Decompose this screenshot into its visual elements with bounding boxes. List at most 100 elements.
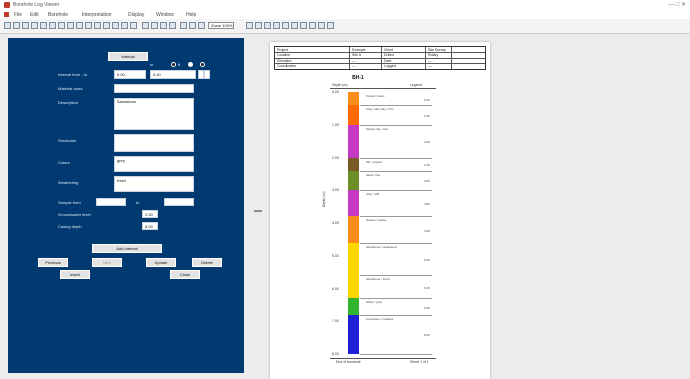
view-icon[interactable] [151, 22, 158, 29]
settings-icon[interactable] [318, 22, 325, 29]
layer-separator [360, 242, 432, 244]
interval-spinner-2[interactable] [204, 70, 210, 79]
casing-label: Casing depth [58, 224, 82, 229]
menu-display[interactable]: Display [128, 12, 144, 18]
report-preview-page: Project Example Client Site Survey Locat… [270, 42, 490, 379]
structures-textarea[interactable] [114, 134, 194, 152]
menu-window[interactable]: Window [156, 12, 174, 18]
open-icon[interactable] [13, 22, 20, 29]
page-icon[interactable] [180, 22, 187, 29]
layer-depth-value: 3.00 [424, 179, 430, 184]
layer-depth-value: 5.60 [424, 258, 430, 263]
save-icon[interactable] [22, 22, 29, 29]
lithology-layer [348, 190, 359, 217]
depth-tick-label: 2.00 [332, 155, 339, 160]
settings-icon[interactable] [121, 22, 128, 29]
view-icon[interactable] [169, 22, 176, 29]
unit-radio-3[interactable] [200, 62, 205, 67]
previous-button[interactable]: Previous [38, 258, 68, 267]
app-icon [4, 2, 10, 8]
weathering-input[interactable]: fresh [114, 176, 194, 192]
paste-icon[interactable] [58, 22, 65, 29]
layer-separator [360, 275, 432, 277]
print-icon[interactable] [31, 22, 38, 29]
add-interval-button[interactable]: Add Interval [92, 244, 162, 253]
depth-axis-label: Depth (m) [322, 191, 326, 207]
table-icon[interactable] [94, 22, 101, 29]
depth-tick-label: 0.00 [332, 90, 339, 94]
redo-icon[interactable] [76, 22, 83, 29]
zoom-out-icon[interactable] [255, 22, 262, 29]
sample-from-input[interactable] [96, 198, 126, 206]
menu-interpretation[interactable]: Interpretation [82, 12, 111, 18]
header-cell: — [352, 59, 356, 63]
unit-radio-ft[interactable] [188, 62, 193, 67]
menu-bar: File Edit Borehole Interpretation Displa… [0, 10, 690, 19]
layer-separator [360, 170, 432, 172]
export-icon[interactable] [130, 22, 137, 29]
view-icon[interactable] [142, 22, 149, 29]
material-label: Material class [58, 86, 83, 91]
window-controls[interactable]: — □ ✕ [668, 1, 686, 8]
depth-tick-label: 1.00 [332, 122, 339, 127]
next-page-icon[interactable] [300, 22, 307, 29]
page-icon[interactable] [189, 22, 196, 29]
layer-description: Clay / silty clay / firm [366, 107, 394, 112]
undo-icon[interactable] [67, 22, 74, 29]
menu-edit[interactable]: Edit [30, 12, 39, 18]
interval-form: Interval m ft Interval from - to 0.00 0.… [8, 38, 244, 373]
delete-button[interactable]: Delete [192, 258, 222, 267]
casing-input[interactable]: 6.00 [142, 222, 158, 230]
layer-separator [360, 314, 432, 316]
chart-icon[interactable] [103, 22, 110, 29]
description-textarea[interactable]: Sandstone [114, 98, 194, 130]
groundwater-input[interactable]: 2.50 [142, 210, 158, 218]
interval-to-input[interactable]: 0.40 [150, 70, 196, 79]
first-page-icon[interactable] [282, 22, 289, 29]
interval-from-input[interactable]: 0.00 [114, 70, 146, 79]
material-input[interactable] [114, 84, 194, 93]
new-icon[interactable] [4, 22, 11, 29]
grid-icon[interactable] [85, 22, 92, 29]
sample-from-label: Sample from [58, 200, 81, 205]
header-cell: — [428, 64, 432, 68]
last-page-icon[interactable] [309, 22, 316, 29]
description-label: Description [58, 100, 79, 105]
radio-label-ft: ft [178, 62, 181, 67]
header-cell: Site A [352, 53, 362, 57]
layer-description: Limestone / massive [366, 316, 394, 321]
radio-label-m: m [150, 62, 154, 67]
layer-depth-value: 2.40 [424, 163, 430, 168]
view-icon[interactable] [160, 22, 167, 29]
log-subtitle-left: Depth (m) [332, 83, 348, 87]
menu-file[interactable]: File [14, 12, 22, 18]
cut-icon[interactable] [40, 22, 47, 29]
zoom-in-icon[interactable] [246, 22, 253, 29]
update-button[interactable]: Update [146, 258, 176, 267]
unit-radio-m[interactable] [171, 62, 176, 67]
layer-depth-value: 4.60 [424, 228, 430, 233]
sample-to-input[interactable] [164, 198, 194, 206]
close-button[interactable]: Close [170, 270, 200, 279]
zoom-select[interactable]: Zoom 100% [208, 22, 234, 29]
print-preview-icon[interactable] [273, 22, 280, 29]
lithology-layer [348, 298, 359, 315]
layers-icon[interactable] [112, 22, 119, 29]
window-title: Borehole Log Viewer [13, 2, 60, 8]
next-button[interactable]: Next [92, 258, 122, 267]
close-preview-icon[interactable] [327, 22, 334, 29]
colour-input[interactable]: grey [114, 156, 194, 172]
copy-icon[interactable] [49, 22, 56, 29]
menu-help[interactable]: Help [186, 12, 196, 18]
page-icon[interactable] [198, 22, 205, 29]
layer-separator [360, 124, 432, 126]
lithology-layer [348, 216, 359, 243]
interval-button[interactable]: Interval [108, 52, 148, 61]
fit-icon[interactable] [264, 22, 271, 29]
layer-description: Shale / grey [366, 300, 383, 305]
splitter-handle[interactable] [254, 210, 262, 212]
layer-description: Sand / fine [366, 172, 381, 177]
menu-borehole[interactable]: Borehole [48, 12, 68, 18]
prev-page-icon[interactable] [291, 22, 298, 29]
insert-button[interactable]: Insert [60, 270, 90, 279]
